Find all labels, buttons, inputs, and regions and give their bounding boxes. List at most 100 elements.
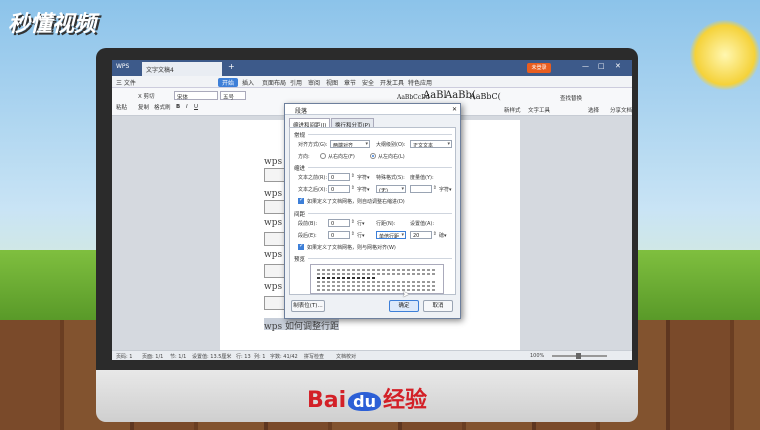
share-button[interactable]: 分享文档 [610,106,632,114]
setval-unit[interactable]: 磅▾ [439,232,447,239]
menu-insert[interactable]: 插入 [242,78,254,87]
font-size-select[interactable]: 五号 [220,91,246,101]
menu-file[interactable]: 三 文件 [116,78,136,87]
divider [308,258,452,259]
menu-reference[interactable]: 引用 [290,78,302,87]
divider [308,167,452,168]
menu-bar: 三 文件 开始 插入 页面布局 引用 审阅 视图 章节 安全 开发工具 特色应用 [112,76,632,88]
bold-button[interactable]: B [176,104,180,110]
app-name[interactable]: WPS [116,63,129,70]
status-words: 字数: 41/42 [270,354,298,360]
status-page: 页码: 1 [116,354,133,360]
preview-line [317,269,437,271]
baidu-logo: Bai du 经验 [306,388,427,413]
spacing-grid-label: 如果定义了文档网格，则与网格对齐(W) [307,245,396,251]
doc-line: wps [264,218,283,228]
ok-button[interactable]: 确定 [389,300,419,312]
before-label: 段前(B): [298,221,318,227]
after-text-input[interactable]: 0 [328,185,355,193]
menu-developer[interactable]: 开发工具 [380,78,404,87]
section-spacing: 间距 [294,212,306,218]
before-text-input[interactable]: 0 [328,173,355,181]
measure-input[interactable] [410,185,437,193]
monitor-chin: Bai du 经验 [96,370,638,422]
font-name-select[interactable]: 宋体 [174,91,218,101]
preview-line [317,281,437,283]
new-style-button[interactable]: 新样式 [504,106,521,114]
status-col: 列: 1 [254,354,266,360]
select-button[interactable]: 选择 [588,106,599,114]
doc-check-button[interactable]: 文档校对 [336,353,356,360]
before-text-unit[interactable]: 字符▾ [357,174,370,181]
style-heading1[interactable]: AaBl [423,90,447,101]
preview-line [317,277,377,279]
close-button[interactable]: ✕ [615,62,621,70]
measure-label: 度量值(Y): [410,175,434,181]
menu-view[interactable]: 视图 [326,78,338,87]
dialog-close-icon[interactable]: ✕ [452,106,457,113]
minimize-button[interactable]: — [582,62,589,70]
radio-ltr[interactable] [370,153,376,159]
preview-box [310,264,444,294]
paste-button[interactable]: 粘贴 [116,103,127,111]
radio-rtl[interactable] [320,153,326,159]
paragraph-dialog: 段落 ✕ 缩进和间距(I) 换行和分页(P) 常规 对齐方式(G): 两端对齐 … [284,103,461,319]
align-label: 对齐方式(G): [298,142,328,148]
menu-security[interactable]: 安全 [362,78,374,87]
text-tool-button[interactable]: 文字工具 [528,106,550,114]
status-bar: 页码: 1 页面: 1/1 节: 1/1 设置值: 13.5厘米 行: 13 列… [112,350,632,360]
preview-line [317,285,437,287]
menu-review[interactable]: 审阅 [308,78,320,87]
title-bar: WPS 文字文稿4 + 未登录 — □ ✕ [112,60,632,76]
line-spacing-select[interactable]: 单倍行距 [376,231,406,239]
section-preview: 预览 [294,257,306,263]
indent-grid-checkbox[interactable] [298,196,304,204]
menu-features[interactable]: 特色应用 [408,78,432,87]
cut-button[interactable]: X 剪切 [138,92,155,100]
after-text-unit[interactable]: 字符▾ [357,186,370,193]
after-text-label: 文本之后(X): [298,187,328,193]
maximize-button[interactable]: □ [598,62,605,70]
setval-input[interactable]: 20 [410,231,437,239]
after-unit[interactable]: 行▾ [357,232,365,239]
before-unit[interactable]: 行▾ [357,220,365,227]
setval-label: 设置值(A): [410,221,435,227]
status-row: 行: 13 [236,354,251,360]
spacing-grid-checkbox[interactable] [298,242,304,250]
align-select[interactable]: 两端对齐 [330,140,370,148]
outline-select[interactable]: 正文文本 [410,140,452,148]
special-select[interactable]: (无) [376,185,406,193]
dialog-title: 段落 [295,108,308,115]
underline-button[interactable]: U [194,104,198,110]
cancel-button[interactable]: 取消 [423,300,453,312]
section-indent: 缩进 [294,166,306,172]
document-tab[interactable]: 文字文稿4 [142,62,222,76]
copy-button[interactable]: 复制 [138,103,149,111]
status-setting: 设置值: 13.5厘米 [192,354,232,360]
doc-line: wps [264,282,283,292]
find-replace-button[interactable]: 查找替换 [560,94,582,102]
login-button[interactable]: 未登录 [527,63,551,73]
after-input[interactable]: 0 [328,231,355,239]
radio-ltr-label: 从左向右(L) [378,154,405,160]
zoom-value: 100% [530,353,545,359]
measure-unit[interactable]: 字符▾ [439,186,452,193]
dialog-panel: 常规 对齐方式(G): 两端对齐 大纲级别(O): 正文文本 方向: 从右向左(… [289,127,456,295]
direction-label: 方向: [298,154,310,160]
menu-page-layout[interactable]: 页面布局 [262,78,286,87]
dialog-title-bar: 段落 ✕ [285,104,460,115]
zoom-slider-handle[interactable] [576,353,581,359]
format-painter-button[interactable]: 格式刷 [154,103,171,111]
menu-chapter[interactable]: 章节 [344,78,356,87]
tabs-button[interactable]: 制表位(T)... [291,300,325,312]
italic-button[interactable]: I [186,104,188,110]
before-input[interactable]: 0 [328,219,355,227]
menu-home[interactable]: 开始 [218,78,239,87]
doc-line: wps [264,250,283,260]
doc-line: wps 如何调整行距 [264,322,339,332]
new-tab-button[interactable]: + [228,62,235,71]
style-heading3[interactable]: AaBbC( [470,92,501,101]
line-spacing-label: 行距(N): [376,221,396,227]
sun-decoration [690,20,760,90]
spell-check-button[interactable]: 拼写检查 [304,353,324,360]
